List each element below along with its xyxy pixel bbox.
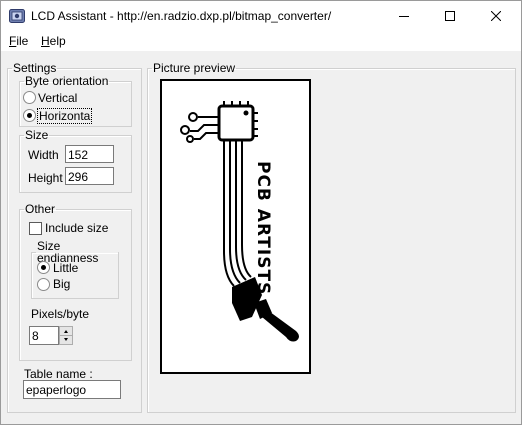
height-label: Height: [28, 171, 63, 185]
other-group-label: Other: [25, 202, 56, 216]
pixels-per-byte-spinner[interactable]: [59, 326, 73, 345]
radio-vertical[interactable]: [23, 91, 36, 104]
pixels-per-byte-input[interactable]: 8: [29, 326, 59, 345]
spin-down-icon[interactable]: [60, 336, 72, 344]
radio-horizontal[interactable]: [23, 109, 36, 122]
minimize-button[interactable]: [381, 1, 427, 31]
preview-logo-text: PCB ARTISTS: [253, 161, 273, 295]
maximize-button[interactable]: [427, 1, 473, 31]
app-window: LCD Assistant - http://en.radzio.dxp.pl/…: [0, 0, 522, 425]
window-title: LCD Assistant - http://en.radzio.dxp.pl/…: [31, 9, 332, 23]
pcb-artists-logo-image: PCB ARTISTS: [180, 101, 299, 342]
radio-horizontal-label[interactable]: Horizonta: [37, 108, 93, 124]
menu-bar: File Help: [1, 31, 521, 52]
include-size-checkbox[interactable]: [29, 222, 42, 235]
byte-orientation-label: Byte orientation: [25, 74, 109, 88]
minimize-icon: [399, 16, 409, 17]
menu-help-label: elp: [49, 34, 66, 48]
spin-up-icon[interactable]: [60, 327, 72, 335]
lcd-assistant-app-icon: [9, 9, 25, 23]
include-size-label[interactable]: Include size: [45, 221, 108, 235]
close-button[interactable]: [473, 1, 519, 31]
picture-preview-label: Picture preview: [153, 61, 236, 75]
table-name-input[interactable]: epaperlogo: [23, 380, 121, 399]
radio-little[interactable]: [37, 261, 50, 274]
table-name-label: Table name :: [24, 367, 93, 381]
close-icon: [491, 11, 501, 21]
settings-group-label: Settings: [13, 61, 57, 75]
width-label: Width: [28, 148, 59, 162]
picture-preview-canvas: PCB ARTISTS: [160, 79, 311, 374]
menu-file-label: ile: [16, 34, 29, 48]
width-input[interactable]: 152: [65, 145, 114, 163]
pixels-per-byte-label: Pixels/byte: [31, 307, 90, 321]
radio-vertical-label[interactable]: Vertical: [38, 91, 77, 105]
maximize-icon: [445, 11, 455, 21]
title-bar[interactable]: LCD Assistant - http://en.radzio.dxp.pl/…: [1, 1, 521, 31]
size-group-label: Size: [25, 128, 49, 142]
height-input[interactable]: 296: [65, 167, 114, 185]
menu-help-accelerator: H: [41, 34, 50, 48]
menu-help[interactable]: Help: [41, 34, 66, 48]
radio-big[interactable]: [37, 278, 50, 291]
radio-little-label[interactable]: Little: [53, 261, 78, 275]
radio-big-label[interactable]: Big: [53, 277, 70, 291]
menu-file[interactable]: File: [9, 34, 28, 48]
chip-icon: [180, 101, 258, 287]
